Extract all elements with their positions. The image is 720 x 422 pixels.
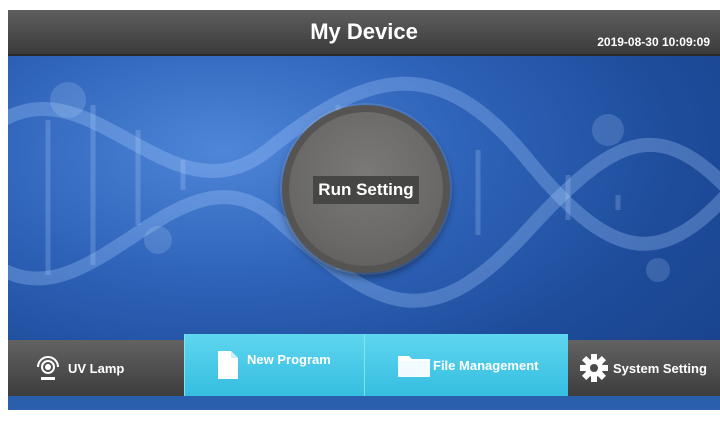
bottom-strip xyxy=(8,396,720,410)
folder-icon xyxy=(398,356,430,377)
datetime-display: 2019-08-30 10:09:09 xyxy=(597,35,710,49)
document-icon xyxy=(218,351,238,379)
uv-lamp-icon xyxy=(37,356,59,380)
uv-lamp-label: UV Lamp xyxy=(68,360,125,376)
system-setting-label: System Setting xyxy=(613,360,707,376)
run-setting-label: Run Setting xyxy=(313,176,419,204)
bottom-navigation: UV Lamp New Program File Management Syst… xyxy=(8,334,720,396)
top-bar: My Device 2019-08-30 10:09:09 xyxy=(8,10,720,56)
new-program-button[interactable]: New Program xyxy=(184,334,364,396)
new-program-label: New Program xyxy=(247,351,331,367)
file-management-button[interactable]: File Management xyxy=(364,334,568,396)
run-setting-button[interactable]: Run Setting xyxy=(282,105,450,273)
uv-lamp-button[interactable]: UV Lamp xyxy=(8,340,184,396)
device-screen: My Device 2019-08-30 10:09:09 Run Settin… xyxy=(8,10,720,410)
system-setting-button[interactable]: System Setting xyxy=(568,340,720,396)
screen: My Device 2019-08-30 10:09:09 Run Settin… xyxy=(0,0,720,422)
file-management-label: File Management xyxy=(433,357,539,373)
gear-icon xyxy=(580,354,608,382)
